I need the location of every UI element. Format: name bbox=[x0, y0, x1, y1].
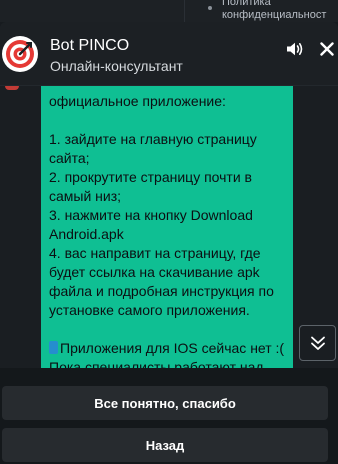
bot-avatar bbox=[2, 36, 38, 72]
message-step: 1. зайдите на главную страницу сайта; bbox=[49, 131, 257, 166]
mobile-phone-icon bbox=[49, 341, 58, 354]
message-step: 3. нажмите на кнопку Download Android.ap… bbox=[49, 207, 253, 242]
message-ios-paragraph: Приложения для IOS сейчас нет :( Пока сп… bbox=[49, 339, 285, 368]
chat-subtitle: Онлайн-консультант bbox=[50, 58, 183, 74]
scroll-down-button[interactable] bbox=[299, 325, 336, 361]
background-divider bbox=[184, 0, 185, 22]
quick-reply-back-button[interactable]: Назад bbox=[2, 428, 328, 462]
close-icon bbox=[320, 42, 334, 56]
bot-avatar-edge bbox=[5, 86, 19, 90]
chat-title: Bot PINCO bbox=[50, 37, 130, 54]
message-intro: официальное приложение: bbox=[49, 93, 226, 109]
message-list[interactable]: официальное приложение: 1. зайдите на гл… bbox=[0, 86, 338, 368]
speaker-icon bbox=[287, 42, 303, 56]
message-ios-text: Приложения для IOS сейчас нет :( Пока сп… bbox=[49, 340, 285, 368]
quick-replies: Все понятно, спасибо Назад bbox=[0, 368, 338, 464]
quick-reply-understood-button[interactable]: Все понятно, спасибо bbox=[2, 386, 328, 420]
sound-toggle-button[interactable] bbox=[284, 38, 306, 60]
message-step: 4. вас направит на страницу, где будет с… bbox=[49, 245, 274, 318]
chat-widget: Bot PINCO Онлайн-консультант официальное… bbox=[0, 22, 338, 464]
chat-header: Bot PINCO Онлайн-консультант bbox=[0, 22, 338, 86]
bot-message-bubble: официальное приложение: 1. зайдите на гл… bbox=[41, 86, 293, 368]
privacy-policy-link[interactable]: Политика конфиденциальност bbox=[222, 0, 338, 22]
double-chevron-down-icon bbox=[310, 336, 325, 350]
background-page-strip: Политика конфиденциальност bbox=[0, 0, 338, 22]
message-step: 2. прокрутите страницу почти в самый низ… bbox=[49, 169, 252, 204]
pinco-target-logo-icon bbox=[3, 37, 37, 71]
bullet-dot bbox=[208, 6, 212, 10]
close-button[interactable] bbox=[316, 38, 338, 60]
